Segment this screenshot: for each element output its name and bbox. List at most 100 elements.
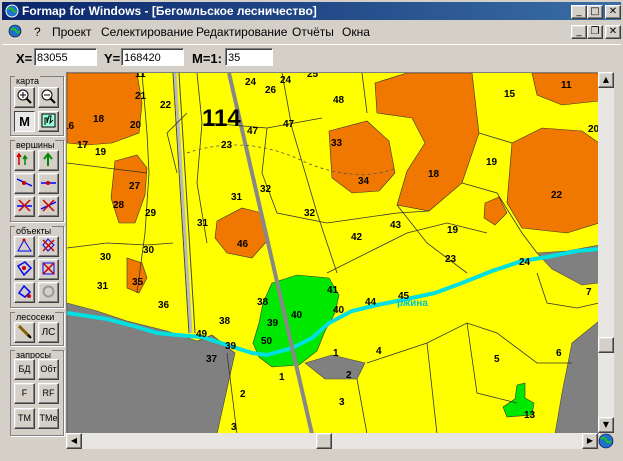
pan-button[interactable]: [38, 111, 59, 132]
stand-label: 24: [519, 257, 531, 268]
f-query-button[interactable]: F: [14, 383, 35, 404]
stand-label: 22: [160, 100, 172, 111]
stand-label: 38: [219, 316, 231, 327]
child-restore-button[interactable]: ❐: [587, 25, 603, 39]
ls-button[interactable]: ЛС: [38, 322, 59, 343]
child-minimize-button[interactable]: _: [571, 25, 587, 39]
stand-label: 40: [333, 305, 345, 316]
objects-group: объекты: [10, 226, 64, 308]
create-object-button[interactable]: [14, 236, 35, 257]
scroll-up-button[interactable]: ▲: [598, 72, 614, 88]
y-coordinate-field[interactable]: 168420: [121, 48, 184, 66]
rotate-object-button[interactable]: [14, 282, 35, 303]
minimize-button[interactable]: _: [571, 5, 587, 19]
stand-label: 32: [304, 208, 316, 219]
stand-label: 42: [351, 232, 363, 243]
scale-field[interactable]: 35: [225, 48, 273, 66]
stand-label: 11: [135, 73, 146, 80]
horizontal-scrollbar[interactable]: ◀ ▶: [66, 433, 598, 449]
rf-query-button[interactable]: RF: [38, 383, 59, 404]
stand-label: 36: [158, 300, 170, 311]
vertical-scrollbar[interactable]: ▲ ▼: [598, 72, 614, 433]
quarter-number: 114: [202, 105, 241, 132]
split-segment-button[interactable]: [14, 173, 35, 194]
stand-label: 38: [257, 297, 269, 308]
stand-label: 31: [197, 218, 209, 229]
stand-label: 21: [135, 91, 147, 102]
menu-project[interactable]: Проект: [52, 25, 92, 39]
pencil-icon: [17, 324, 32, 339]
refresh-icon: [42, 285, 55, 298]
stand-label: 39: [267, 318, 279, 329]
delete-vertex-button[interactable]: [14, 196, 35, 217]
stand-label: 46: [237, 239, 249, 250]
close-button[interactable]: ✕: [605, 5, 621, 19]
stand-label: 1: [279, 372, 285, 383]
tm-query-button[interactable]: TM: [14, 408, 35, 429]
line-join-icon: [41, 181, 56, 185]
stand-label: 24: [280, 75, 292, 86]
add-vertex-button[interactable]: [14, 150, 35, 171]
stand-label: 32: [260, 184, 272, 195]
y-label: Y=: [104, 51, 121, 66]
join-vertex-button[interactable]: [38, 173, 59, 194]
stand-label: 5: [494, 354, 500, 365]
stand-label: 19: [95, 147, 107, 158]
select-object-button[interactable]: [14, 259, 35, 280]
delete-object-button[interactable]: [38, 236, 59, 257]
forest-map-view[interactable]: ржина 114 11 21 22 24 26 24 25 48 15 11 …: [66, 72, 600, 435]
polygon-add-icon: [17, 238, 32, 252]
zoom-out-button[interactable]: [38, 87, 59, 108]
stand-label: 23: [221, 140, 233, 151]
queries-group: запросы БД Обт F RF TM TMe: [10, 350, 64, 436]
horizontal-scroll-thumb[interactable]: [316, 433, 332, 449]
up-arrow-icon: [43, 152, 53, 166]
delete-segment-button[interactable]: [38, 196, 59, 217]
stand-label: 16: [67, 121, 75, 132]
stand-label: 29: [145, 208, 157, 219]
scroll-left-button[interactable]: ◀: [66, 433, 82, 449]
draw-plot-button[interactable]: [14, 322, 35, 343]
measure-mode-button[interactable]: M: [14, 111, 35, 132]
stand-label: 37: [206, 354, 218, 365]
x-coordinate-field[interactable]: 83055: [34, 48, 97, 66]
stand-label: 43: [390, 220, 402, 231]
stand-label: 1: [333, 348, 339, 359]
database-query-button[interactable]: БД: [14, 359, 35, 380]
tme-query-button[interactable]: TMe: [38, 408, 59, 429]
stand-label: 41: [327, 285, 339, 296]
child-close-button[interactable]: ✕: [605, 25, 621, 39]
menu-edit[interactable]: Редактирование: [196, 25, 287, 39]
stand-label: 45: [398, 291, 410, 302]
vertical-scroll-thumb[interactable]: [598, 337, 614, 353]
maximize-button[interactable]: □: [587, 5, 603, 19]
document-globe-icon[interactable]: [8, 24, 22, 38]
scroll-right-button[interactable]: ▶: [582, 433, 598, 449]
stand-label: 22: [551, 190, 563, 201]
forest-map[interactable]: ржина 114 11 21 22 24 26 24 25 48 15 11 …: [67, 73, 599, 434]
move-vertex-button[interactable]: [38, 150, 59, 171]
menu-reports[interactable]: Отчёты: [292, 25, 334, 39]
x-label: X=: [16, 51, 33, 66]
cut-object-button[interactable]: [38, 259, 59, 280]
refresh-object-button[interactable]: [38, 282, 59, 303]
stand-label: 19: [447, 225, 459, 236]
hand-map-icon: [41, 113, 56, 128]
polygon-rotate-icon: [17, 284, 32, 298]
scroll-down-button[interactable]: ▼: [598, 417, 614, 433]
window-title: Formap for Windows - [Бегомльское леснич…: [22, 4, 317, 18]
stand-label: 17: [77, 140, 89, 151]
menu-help-marker[interactable]: ?: [34, 25, 41, 39]
vertices-group: вершины: [10, 140, 64, 222]
globe-icon[interactable]: [598, 433, 614, 449]
map-group-label: карта: [15, 76, 40, 86]
tool-panel: карта M вершины объекты лесосеки ЛС запр…: [10, 72, 64, 436]
stand-label: 27: [129, 181, 141, 192]
zoom-in-button[interactable]: [14, 87, 35, 108]
delete-segment-icon: [40, 199, 57, 212]
vertices-group-label: вершины: [15, 140, 56, 150]
menu-windows[interactable]: Окна: [342, 25, 370, 39]
map-group: карта M: [10, 76, 64, 136]
obt-query-button[interactable]: Обт: [38, 359, 59, 380]
menu-select[interactable]: Селектирование: [101, 25, 193, 39]
